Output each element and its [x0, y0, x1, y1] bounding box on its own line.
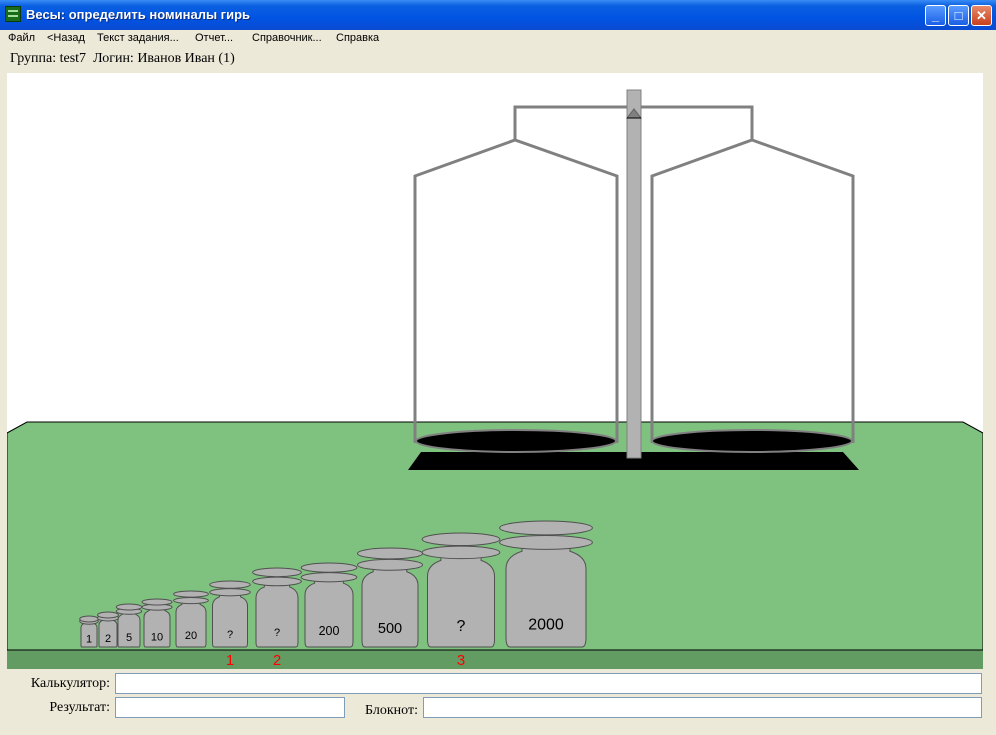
scene-drawing: 1 2 5 10 20 ? 1? 2 200 500 ? 3 2000: [7, 89, 983, 669]
weight-knob: [300, 562, 358, 573]
weight-4[interactable]: 20: [173, 590, 209, 648]
scale-column: [626, 89, 642, 459]
weight-label: ?: [457, 618, 466, 635]
weight-marker: 2: [273, 652, 281, 669]
login-label: Логин: Иванов Иван (1): [93, 51, 235, 66]
weight-collar: [357, 558, 423, 571]
weight-8[interactable]: 500: [357, 547, 423, 648]
weight-label: 20: [185, 630, 197, 642]
right-pan-frame: [650, 138, 855, 443]
left-pan: [415, 429, 617, 453]
menu-task-text[interactable]: Текст задания...: [97, 32, 179, 44]
result-input[interactable]: [115, 697, 345, 718]
weight-label: 1: [86, 634, 92, 646]
minimize-button[interactable]: _: [925, 5, 946, 26]
weight-knob: [421, 532, 501, 547]
menu-bar: Файл <Назад Текст задания... Отчет... Сп…: [0, 30, 996, 48]
weight-knob: [252, 567, 302, 578]
notepad-label: Блокнот:: [365, 703, 418, 718]
result-label: Результат:: [49, 700, 110, 715]
weight-knob: [209, 580, 251, 589]
weight-collar: [421, 545, 501, 560]
weight-knob: [115, 603, 143, 611]
window-title: Весы: определить номиналы гирь: [26, 7, 251, 22]
left-pan-frame: [413, 138, 619, 443]
weight-label: ?: [227, 629, 233, 641]
weight-knob: [97, 611, 119, 619]
weight-knob: [79, 615, 99, 623]
calculator-label: Калькулятор:: [30, 676, 110, 691]
weight-knob: [141, 598, 173, 606]
group-label: Группа: test7: [10, 51, 87, 66]
weight-label: 2: [105, 633, 111, 645]
menu-file[interactable]: Файл: [8, 32, 35, 44]
weight-label: 5: [126, 632, 132, 644]
weight-collar: [499, 534, 593, 550]
weight-knob: [357, 547, 423, 560]
close-button[interactable]: ✕: [971, 5, 992, 26]
menu-back[interactable]: <Назад: [47, 32, 85, 44]
weight-6[interactable]: ?: [252, 567, 302, 648]
weight-1[interactable]: 2: [97, 611, 119, 648]
weight-label: ?: [274, 627, 280, 639]
right-pan: [651, 429, 853, 453]
user-info: Группа: test7 Логин: Иванов Иван (1): [10, 51, 235, 67]
app-window: Весы: определить номиналы гирь _ □ ✕ Фай…: [0, 0, 996, 735]
weight-0[interactable]: 1: [79, 615, 99, 648]
weight-label: 10: [151, 631, 163, 643]
menu-report[interactable]: Отчет...: [195, 32, 233, 44]
calculator-input[interactable]: [115, 673, 982, 694]
weight-label: 200: [319, 624, 340, 638]
weight-2[interactable]: 5: [115, 603, 143, 648]
weight-collar: [173, 596, 209, 605]
weight-9[interactable]: ?: [421, 532, 501, 648]
weight-7[interactable]: 200: [300, 562, 358, 648]
weight-collar: [252, 576, 302, 587]
title-bar[interactable]: Весы: определить номиналы гирь _ □ ✕: [0, 0, 996, 30]
weight-marker: 3: [457, 652, 465, 669]
weight-marker: 1: [226, 652, 234, 669]
weight-5[interactable]: ?: [209, 580, 251, 648]
weight-knob: [499, 520, 593, 536]
table-front-edge: [7, 650, 983, 669]
weight-3[interactable]: 10: [141, 598, 173, 648]
weight-label: 500: [378, 621, 402, 637]
menu-help[interactable]: Справка: [336, 32, 379, 44]
scales-scene[interactable]: 1 2 5 10 20? 1? 2 200 500? 3 2000: [7, 73, 983, 669]
weight-10[interactable]: 2000: [499, 520, 593, 648]
menu-reference[interactable]: Справочник...: [252, 32, 322, 44]
weight-label: 2000: [528, 616, 564, 633]
weight-collar: [300, 572, 358, 583]
maximize-button[interactable]: □: [948, 5, 969, 26]
weight-knob: [173, 590, 209, 598]
scales-app-icon[interactable]: [5, 6, 21, 22]
weight-collar: [209, 588, 251, 597]
notepad-input[interactable]: [423, 697, 982, 718]
